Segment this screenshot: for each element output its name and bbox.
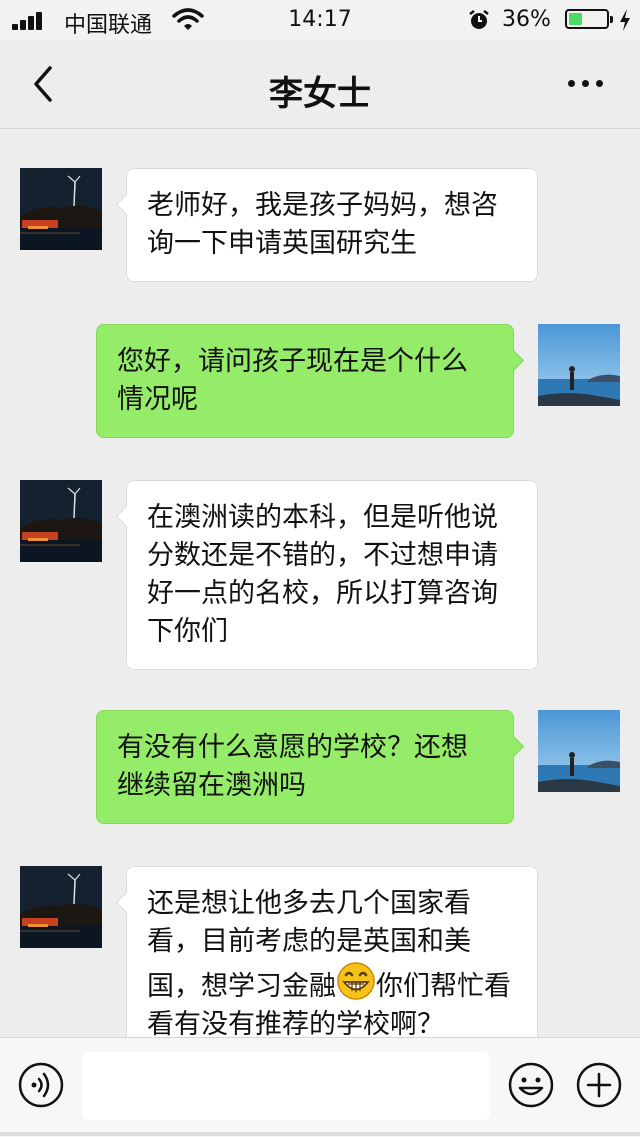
contact-avatar[interactable]	[20, 866, 102, 948]
battery-percent: 36%	[502, 7, 551, 32]
message-text: 在澳洲读的本科，但是听他说分数还是不错的，不过想申请好一点的名校，所以打算咨询下…	[147, 502, 498, 647]
more-dots-icon[interactable]	[560, 74, 610, 94]
message-bubble[interactable]: 还是想让他多去几个国家看看，目前考虑的是英国和美国，想学习金融 你们帮忙看看有没…	[126, 866, 538, 1037]
voice-icon[interactable]	[18, 1062, 64, 1108]
status-bar: 中国联通 14:17 36%	[0, 0, 640, 40]
home-indicator-strip	[0, 1132, 640, 1136]
battery-icon	[565, 9, 613, 29]
message-bubble[interactable]: 老师好，我是孩子妈妈，想咨询一下申请英国研究生	[126, 168, 538, 282]
message-input[interactable]	[82, 1052, 490, 1120]
message-text: 老师好，我是孩子妈妈，想咨询一下申请英国研究生	[147, 190, 498, 259]
own-avatar[interactable]	[538, 710, 620, 792]
input-bar	[0, 1037, 640, 1137]
alarm-icon	[469, 10, 489, 29]
own-avatar[interactable]	[538, 324, 620, 406]
contact-avatar[interactable]	[20, 480, 102, 562]
plus-icon[interactable]	[576, 1062, 622, 1108]
emoji-icon[interactable]	[508, 1062, 554, 1108]
message-text: 有没有什么意愿的学校？还想继续留在澳洲吗	[117, 732, 468, 801]
message-bubble[interactable]: 在澳洲读的本科，但是听他说分数还是不错的，不过想申请好一点的名校，所以打算咨询下…	[126, 480, 538, 670]
charging-icon	[620, 9, 630, 31]
chat-messages[interactable]: 老师好，我是孩子妈妈，想咨询一下申请英国研究生 您好，请问孩子现在是个什么情况呢	[0, 129, 640, 1037]
contact-avatar[interactable]	[20, 168, 102, 250]
chat-title: 李女士	[269, 74, 371, 114]
message-bubble[interactable]: 有没有什么意愿的学校？还想继续留在澳洲吗	[96, 710, 514, 824]
grinning-face-emoji	[336, 961, 376, 1001]
nav-bar: 李女士	[0, 40, 640, 129]
message-bubble[interactable]: 您好，请问孩子现在是个什么情况呢	[96, 324, 514, 438]
message-text: 您好，请问孩子现在是个什么情况呢	[117, 346, 468, 415]
